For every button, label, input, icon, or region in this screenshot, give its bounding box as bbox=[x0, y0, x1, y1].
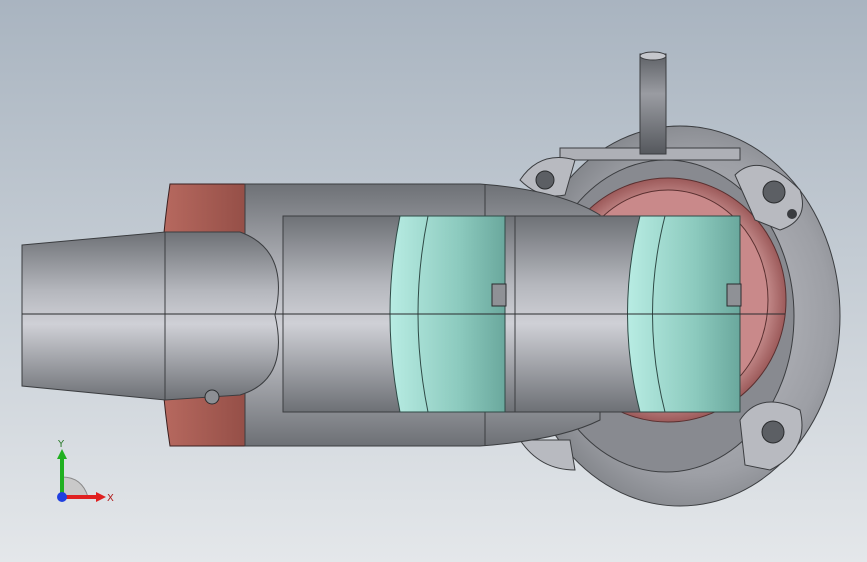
coordinate-triad[interactable]: Y X bbox=[40, 435, 120, 515]
cad-graphics-area[interactable]: Y X bbox=[0, 0, 867, 562]
triad-x-label: X bbox=[107, 493, 114, 504]
triad-y-arrowhead bbox=[57, 449, 67, 459]
slot-feature-right bbox=[726, 283, 742, 307]
triad-y-label: Y bbox=[57, 439, 65, 450]
drive-shaft[interactable] bbox=[639, 51, 667, 155]
slot-feature-left bbox=[491, 283, 507, 307]
cad-3d-model-view[interactable] bbox=[0, 0, 867, 562]
bolt-lug-bottom-left[interactable] bbox=[519, 439, 576, 471]
triad-x-arrowhead bbox=[96, 492, 106, 502]
bolt-lug-bottom-right[interactable] bbox=[739, 401, 803, 471]
triad-z-axis bbox=[57, 492, 67, 502]
nozzle-cone[interactable] bbox=[21, 231, 279, 405]
